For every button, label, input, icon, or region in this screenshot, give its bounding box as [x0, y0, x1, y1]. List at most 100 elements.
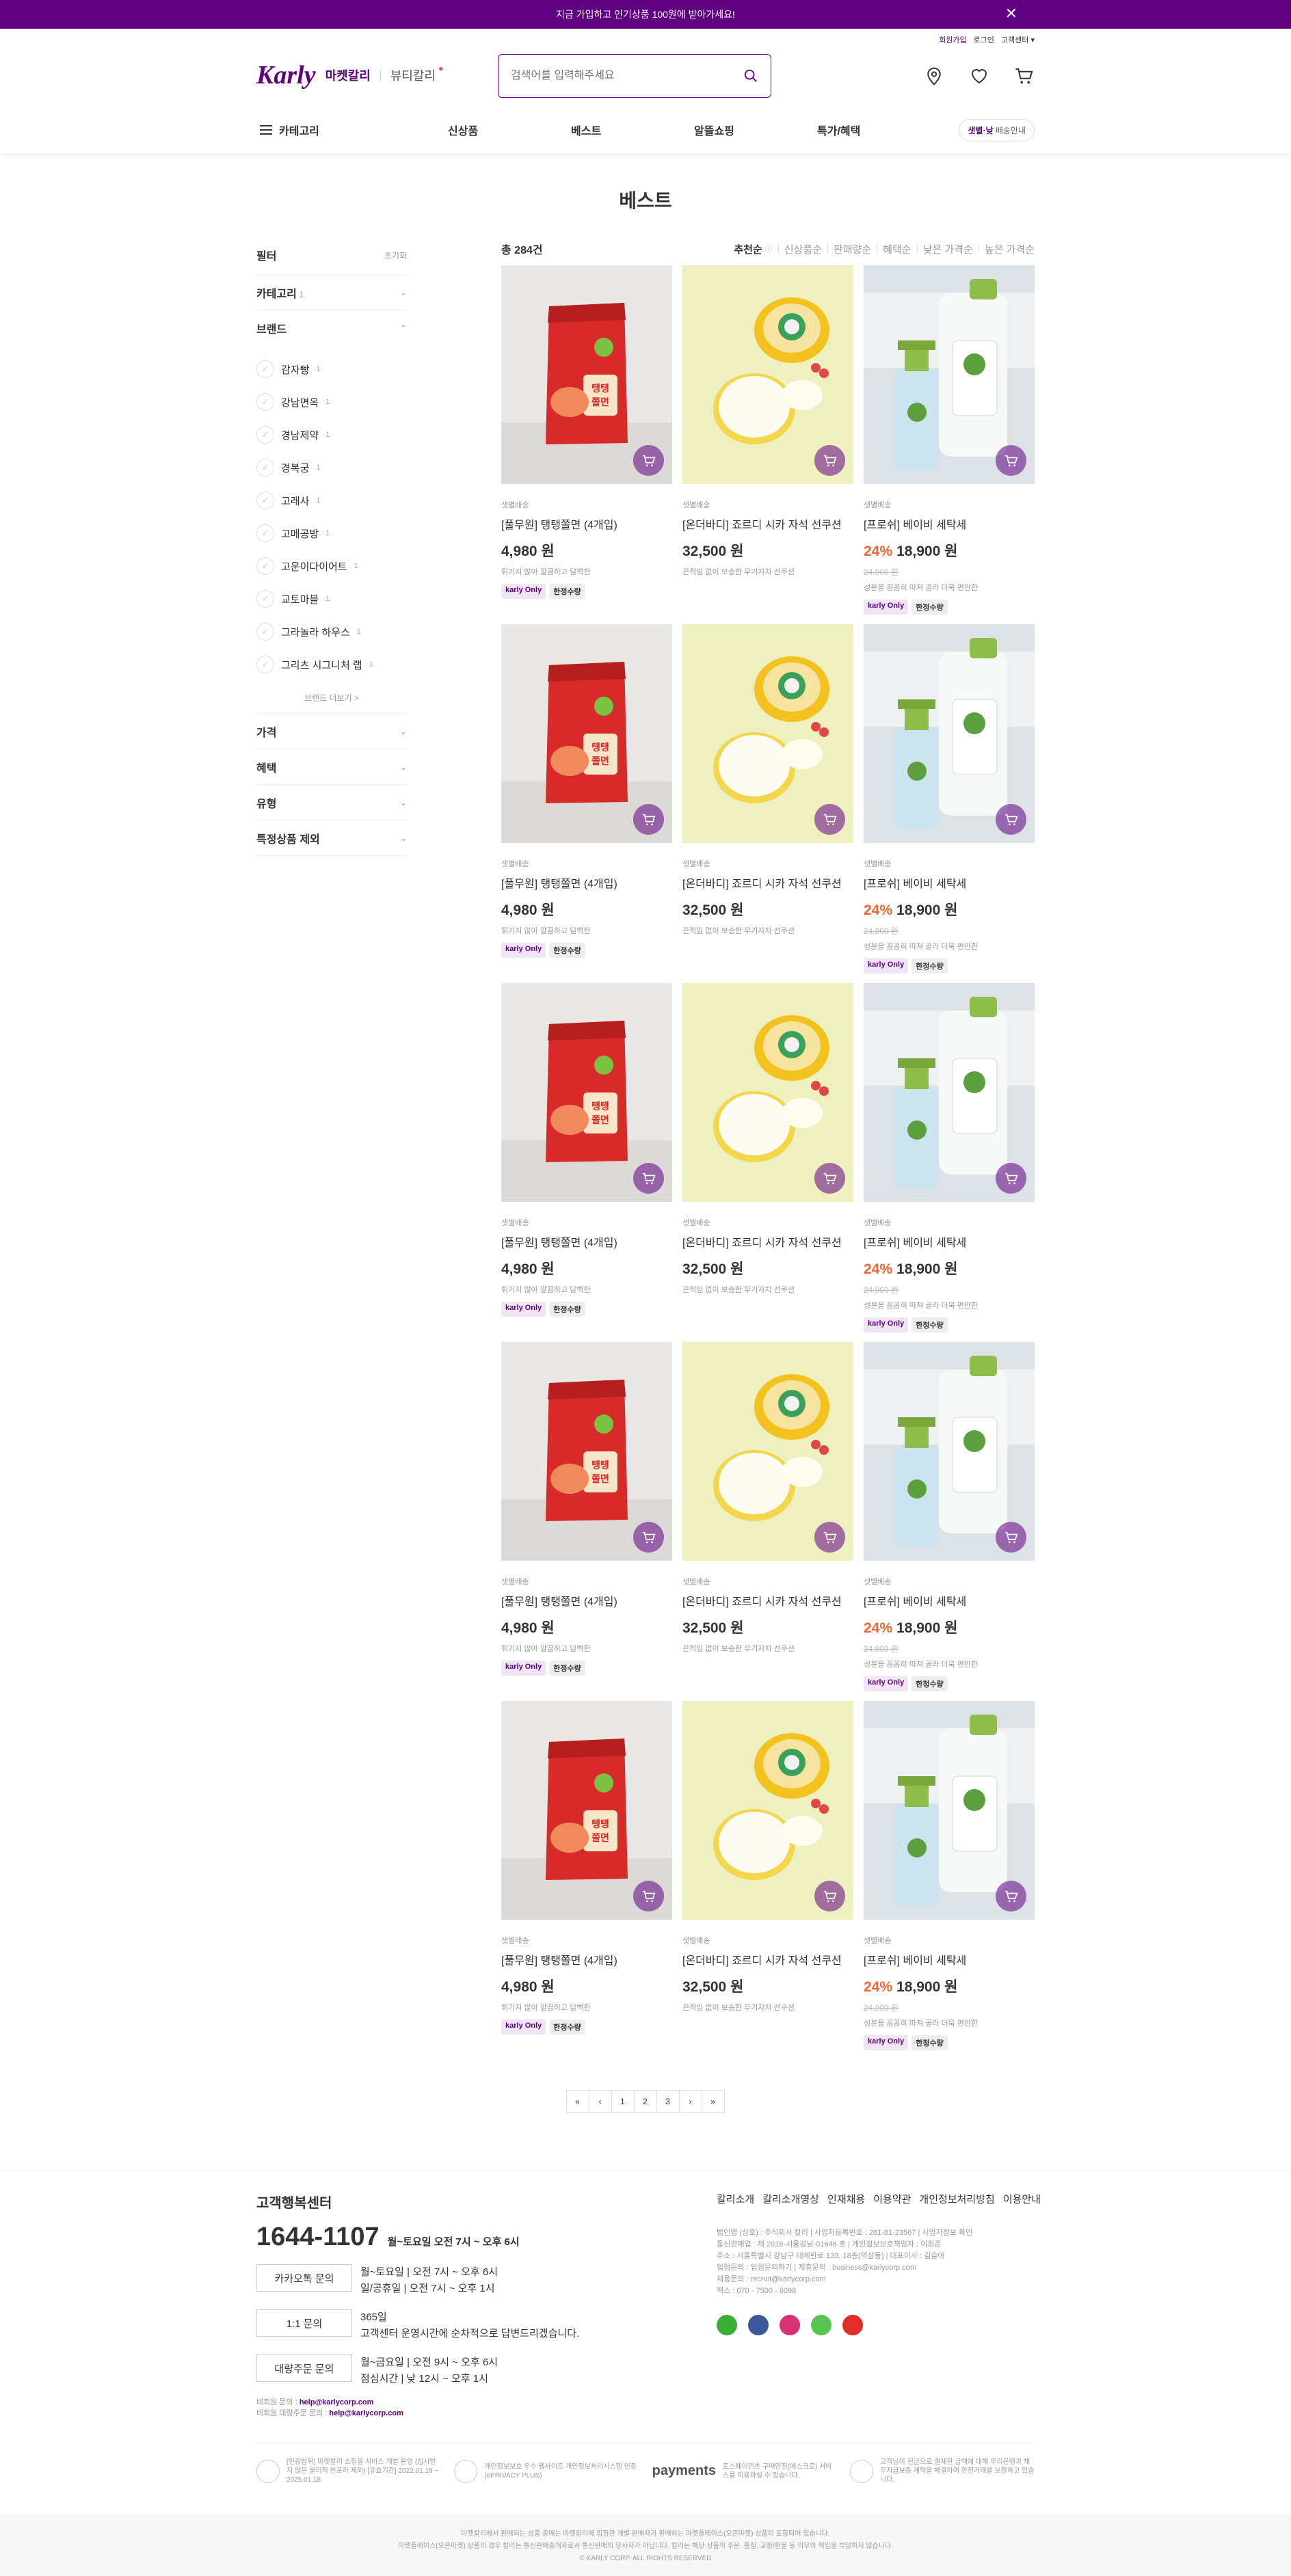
page-button[interactable]: «: [565, 2090, 589, 2113]
kakao-icon[interactable]: [717, 2315, 737, 2335]
gnb-best[interactable]: 베스트: [571, 122, 694, 138]
add-to-cart-button[interactable]: [814, 1881, 845, 1911]
beauty-tab[interactable]: 뷰티칼리: [390, 66, 436, 84]
product-image[interactable]: [682, 1701, 853, 1920]
location-icon[interactable]: [924, 66, 944, 86]
product-name[interactable]: [풀무원] 탱탱쫄면 (4개입): [501, 1951, 672, 1968]
product-name[interactable]: [온더바디] 죠르디 시카 자석 선쿠션: [682, 1951, 853, 1968]
product-image[interactable]: 탱탱 쫄면: [501, 1342, 672, 1561]
delivery-info-button[interactable]: 샛별·낮 배송안내: [959, 119, 1035, 142]
cart-icon[interactable]: [1014, 66, 1035, 86]
brand-more-button[interactable]: 브랜드 더보기 >: [256, 685, 407, 714]
product-card[interactable]: 탱탱 쫄면 샛별배송 [풀무원] 탱탱쫄면 (4개입) 4,980 원 튀기지 않아 깔끔…: [501, 1701, 672, 2060]
page-button[interactable]: ›: [678, 2090, 702, 2113]
filter-section[interactable]: 특정상품 제외 ⌄: [256, 820, 407, 856]
product-name[interactable]: [프로쉬] 베이비 세탁세: [864, 874, 1035, 891]
product-card[interactable]: 탱탱 쫄면 샛별배송 [풀무원] 탱탱쫄면 (4개입) 4,980 원 튀기지 않아 깔끔…: [501, 624, 672, 983]
youtube-icon[interactable]: [842, 2315, 863, 2335]
login-link[interactable]: 로그인: [974, 34, 994, 45]
gnb-new[interactable]: 신상품: [448, 122, 571, 138]
filter-category[interactable]: 카테고리 1 ⌄: [256, 275, 407, 310]
add-to-cart-button[interactable]: [814, 445, 845, 476]
product-name[interactable]: [프로쉬] 베이비 세탁세: [864, 1233, 1035, 1250]
product-image[interactable]: [682, 624, 853, 843]
product-card[interactable]: 탱탱 쫄면 샛별배송 [풀무원] 탱탱쫄면 (4개입) 4,980 원 튀기지 않아 깔끔…: [501, 1342, 672, 1701]
footer-link[interactable]: 칼리소개: [717, 2192, 754, 2206]
product-card[interactable]: 샛별배송 [프로쉬] 베이비 세탁세 24% 18,900 원 24,900 원 성분을 …: [864, 1701, 1035, 2060]
brand-item[interactable]: ✓ 감자빵 1: [256, 353, 407, 386]
add-to-cart-button[interactable]: [996, 804, 1026, 835]
sort-option[interactable]: 낮은 가격순: [923, 242, 973, 256]
page-button[interactable]: 2: [633, 2090, 657, 2113]
product-image[interactable]: [864, 1701, 1035, 1920]
product-card[interactable]: 샛별배송 [온더바디] 죠르디 시카 자석 선쿠션 32,500 원 끈적임 없이 보…: [682, 983, 853, 1342]
check-icon[interactable]: ✓: [256, 360, 274, 378]
search-input[interactable]: [511, 70, 743, 82]
product-image[interactable]: [682, 265, 853, 484]
product-name[interactable]: [프로쉬] 베이비 세탁세: [864, 1592, 1035, 1609]
product-image[interactable]: 탱탱 쫄면: [501, 265, 672, 484]
info-icon[interactable]: ⓘ: [765, 243, 773, 254]
product-name[interactable]: [풀무원] 탱탱쫄면 (4개입): [501, 874, 672, 891]
add-to-cart-button[interactable]: [633, 804, 664, 835]
product-image[interactable]: [864, 1342, 1035, 1561]
product-card[interactable]: 샛별배송 [프로쉬] 베이비 세탁세 24% 18,900 원 24,900 원 성분을 …: [864, 1342, 1035, 1701]
add-to-cart-button[interactable]: [996, 1522, 1026, 1553]
brand-item[interactable]: ✓ 고래사 1: [256, 484, 407, 517]
product-image[interactable]: [682, 1342, 853, 1561]
page-button[interactable]: »: [701, 2090, 725, 2113]
check-icon[interactable]: ✓: [256, 590, 274, 608]
check-icon[interactable]: ✓: [256, 623, 274, 641]
check-icon[interactable]: ✓: [256, 524, 274, 542]
footer-link[interactable]: 칼리소개영상: [762, 2192, 819, 2206]
filter-brand[interactable]: 브랜드 ⌃: [256, 310, 407, 346]
cc-button[interactable]: 1:1 문의: [256, 2309, 352, 2337]
product-card[interactable]: 샛별배송 [프로쉬] 베이비 세탁세 24% 18,900 원 24,900 원 성분을 …: [864, 983, 1035, 1342]
sort-option[interactable]: 혜택순: [883, 242, 911, 256]
check-icon[interactable]: ✓: [256, 656, 274, 673]
sort-option[interactable]: 추천순: [734, 242, 762, 256]
product-card[interactable]: 샛별배송 [프로쉬] 베이비 세탁세 24% 18,900 원 24,900 원 성분을 …: [864, 624, 1035, 983]
brand-item[interactable]: ✓ 그리츠 시그니처 랩 1: [256, 648, 407, 681]
product-card[interactable]: 탱탱 쫄면 샛별배송 [풀무원] 탱탱쫄면 (4개입) 4,980 원 튀기지 않아 깔끔…: [501, 265, 672, 624]
product-name[interactable]: [프로쉬] 베이비 세탁세: [864, 1951, 1035, 1968]
top-banner[interactable]: 지금 가입하고 인기상품 100원에 받아가세요! ✕: [0, 0, 1291, 29]
add-to-cart-button[interactable]: [996, 1163, 1026, 1194]
add-to-cart-button[interactable]: [996, 445, 1026, 476]
join-link[interactable]: 회원가입: [939, 34, 966, 45]
product-image[interactable]: [682, 983, 853, 1202]
product-card[interactable]: 샛별배송 [온더바디] 죠르디 시카 자석 선쿠션 32,500 원 끈적임 없이 보…: [682, 1342, 853, 1701]
check-icon[interactable]: ✓: [256, 459, 274, 477]
add-to-cart-button[interactable]: [814, 1522, 845, 1553]
brand-item[interactable]: ✓ 고운이다이어트 1: [256, 550, 407, 582]
gnb-special[interactable]: 특가/혜택: [817, 122, 940, 138]
cc-button[interactable]: 대량주문 문의: [256, 2354, 352, 2382]
product-name[interactable]: [풀무원] 탱탱쫄면 (4개입): [501, 1592, 672, 1609]
product-name[interactable]: [온더바디] 죠르디 시카 자석 선쿠션: [682, 874, 853, 891]
product-image[interactable]: [864, 624, 1035, 843]
check-icon[interactable]: ✓: [256, 557, 274, 575]
brand-item[interactable]: ✓ 경복궁 1: [256, 451, 407, 484]
sort-option[interactable]: 높은 가격순: [985, 242, 1035, 256]
category-menu[interactable]: 카테고리: [260, 122, 319, 138]
search-box[interactable]: [498, 54, 771, 98]
add-to-cart-button[interactable]: [814, 804, 845, 835]
product-name[interactable]: [풀무원] 탱탱쫄면 (4개입): [501, 515, 672, 532]
brand-item[interactable]: ✓ 강남면옥 1: [256, 386, 407, 418]
filter-reset-button[interactable]: 초기화: [384, 250, 407, 261]
add-to-cart-button[interactable]: [633, 1881, 664, 1911]
filter-section[interactable]: 혜택 ⌄: [256, 749, 407, 785]
brand-item[interactable]: ✓ 그라놀라 하우스 1: [256, 615, 407, 648]
sort-option[interactable]: 신상품순: [784, 242, 822, 256]
filter-section[interactable]: 가격 ⌄: [256, 714, 407, 749]
product-name[interactable]: [풀무원] 탱탱쫄면 (4개입): [501, 1233, 672, 1250]
filter-section[interactable]: 유형 ⌄: [256, 785, 407, 820]
product-image[interactable]: [864, 265, 1035, 484]
check-icon[interactable]: ✓: [256, 426, 274, 444]
footer-link[interactable]: 인재채용: [827, 2192, 865, 2206]
add-to-cart-button[interactable]: [633, 1163, 664, 1194]
product-card[interactable]: 샛별배송 [온더바디] 죠르디 시카 자석 선쿠션 32,500 원 끈적임 없이 보…: [682, 265, 853, 624]
page-button[interactable]: 1: [611, 2090, 635, 2113]
header-logo[interactable]: Karly 마켓칼리 뷰티칼리 ●: [256, 60, 450, 90]
product-card[interactable]: 샛별배송 [온더바디] 죠르디 시카 자석 선쿠션 32,500 원 끈적임 없이 보…: [682, 1701, 853, 2060]
